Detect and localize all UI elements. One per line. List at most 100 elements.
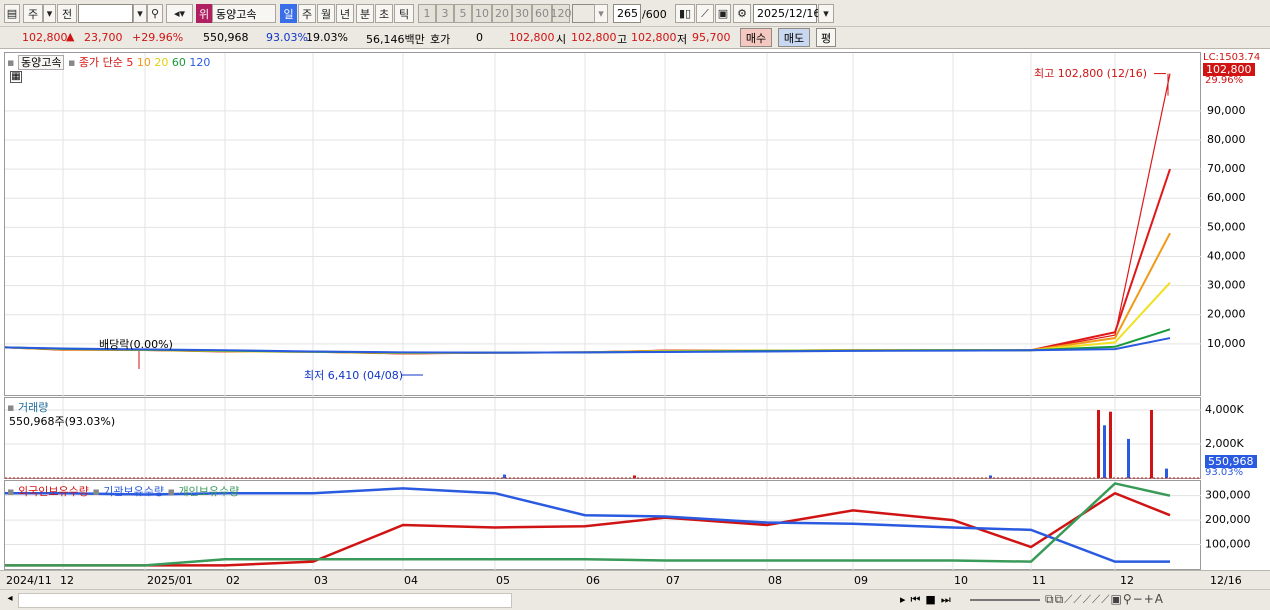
zoom-slider[interactable] bbox=[970, 599, 1040, 601]
count-max: /600 bbox=[642, 8, 667, 21]
gear-icon[interactable]: ⚙ bbox=[733, 4, 751, 23]
low-price: 95,700 bbox=[692, 31, 731, 44]
speaker-icon[interactable]: ◂▾ bbox=[166, 4, 193, 23]
date-input[interactable]: 2025/12/16 bbox=[753, 4, 820, 23]
price: 102,800 bbox=[22, 31, 68, 44]
dividend-annotation: 배당락(0.00%) bbox=[99, 338, 173, 351]
period-year[interactable]: 년 bbox=[336, 4, 354, 23]
x-tick-label: 02 bbox=[226, 574, 240, 587]
code-input[interactable]: 084670 bbox=[78, 4, 133, 23]
toolbar: ▤ 주 ▾ 전 084670 ▾ ⚲ ◂▾ 위 동양고속 일 주 월 년 분 초… bbox=[0, 0, 1270, 27]
change: 23,700 bbox=[84, 31, 123, 44]
volume-pane[interactable]: ▪ 거래량 550,968주(93.03%) bbox=[4, 397, 1202, 480]
y-tick-label: 2,000K bbox=[1205, 437, 1244, 450]
num-30[interactable]: 30 bbox=[512, 4, 532, 23]
hoga-value: 0 bbox=[476, 31, 483, 44]
axis-rate-tag: 29.96% bbox=[1205, 75, 1244, 86]
avg-button[interactable]: 평 bbox=[816, 28, 836, 47]
x-tick-label: 2025/01 bbox=[147, 574, 193, 587]
x-tick-label: 05 bbox=[496, 574, 510, 587]
save-icon[interactable]: ▣ bbox=[715, 4, 731, 23]
open-label: 시 bbox=[556, 33, 567, 46]
y-tick-label: 40,000 bbox=[1207, 249, 1246, 262]
holdings-pane[interactable]: ▪ 외국인보유수량 ▪ 기관보유수량 ▪ 개인보유수량 bbox=[4, 480, 1202, 571]
indiv-label: 개인보유수량 bbox=[178, 485, 240, 498]
volume-axis-rate: 93.03% bbox=[1205, 467, 1244, 478]
scroll-bar[interactable]: ◂ ▸⏮■⏭ ⧉⧉⟋⟋⟋⟋⟋▣⚲−+A bbox=[0, 589, 1270, 610]
price-pane[interactable]: ▪ 동양고속 ▪ 종가 단순 5 10 20 60 120 ▦ 최고 102,8… bbox=[4, 52, 1202, 397]
x-tick-label: 06 bbox=[586, 574, 600, 587]
ma60-label: 60 bbox=[171, 56, 186, 69]
y-tick-label: 200,000 bbox=[1205, 513, 1251, 526]
y-tick-label: 300,000 bbox=[1205, 489, 1251, 502]
period-day[interactable]: 일 bbox=[280, 4, 297, 23]
holdings-legend: ▪ 외국인보유수량 ▪ 기관보유수량 ▪ 개인보유수량 bbox=[7, 485, 240, 498]
ma20-label: 20 bbox=[154, 56, 169, 69]
x-tick-label: 11 bbox=[1032, 574, 1046, 587]
y-tick-label: 10,000 bbox=[1207, 337, 1246, 350]
stock-name[interactable]: 동양고속 bbox=[212, 4, 276, 23]
axis-top-label: LC:1503.74 bbox=[1203, 52, 1261, 63]
volume-bar bbox=[1097, 410, 1100, 478]
hoga-price: 102,800 bbox=[509, 31, 555, 44]
x-tick-label: 03 bbox=[314, 574, 328, 587]
candle-icon[interactable]: ▮▯ bbox=[675, 4, 695, 23]
y-tick-label: 80,000 bbox=[1207, 133, 1246, 146]
scroll-left-icon[interactable]: ◂ bbox=[3, 593, 17, 608]
view-tools[interactable]: ⧉⧉⟋⟋⟋⟋⟋▣⚲−+A bbox=[1045, 592, 1164, 607]
high-annotation: 최고 102,800 (12/16) bbox=[1034, 67, 1148, 80]
mode-button[interactable]: 주 bbox=[23, 4, 43, 23]
prev-button[interactable]: 전 bbox=[57, 4, 77, 23]
chart-type-icon[interactable]: ⟋ bbox=[696, 4, 714, 23]
ma5-label: 5 bbox=[126, 56, 134, 69]
y-tick-label: 4,000K bbox=[1205, 403, 1244, 416]
open-price: 102,800 bbox=[571, 31, 617, 44]
chevron-down-icon[interactable]: ▾ bbox=[133, 4, 147, 23]
y-tick-label: 90,000 bbox=[1207, 104, 1246, 117]
volume-ratio: 93.03% bbox=[266, 31, 308, 44]
x-tick-label: 2024/11 bbox=[6, 574, 52, 587]
y-axis-labels: 10,000 20,000 30,000 40,000 50,000 60,000 70,0… bbox=[1205, 104, 1251, 551]
num-3[interactable]: 3 bbox=[436, 4, 454, 23]
series-line-10 bbox=[5, 232, 1171, 355]
period-tick[interactable]: 틱 bbox=[394, 4, 414, 23]
search-icon[interactable]: ⚲ bbox=[147, 4, 163, 23]
table-icon[interactable]: ▦ bbox=[10, 71, 22, 83]
count-input[interactable]: 265 bbox=[613, 4, 641, 23]
warning-badge: 위 bbox=[196, 4, 212, 23]
volume-value: 550,968주(93.03%) bbox=[9, 415, 116, 428]
ma120-label: 120 bbox=[189, 56, 211, 69]
turnover: 19.03% bbox=[306, 31, 348, 44]
period-month[interactable]: 월 bbox=[317, 4, 335, 23]
stock-label[interactable]: 동양고속 bbox=[17, 55, 65, 70]
series-line-5 bbox=[5, 168, 1171, 355]
num-20[interactable]: 20 bbox=[492, 4, 512, 23]
num-1[interactable]: 1 bbox=[418, 4, 436, 23]
ma-label: 종가 단순 bbox=[78, 56, 123, 69]
menu-icon[interactable]: ▤ bbox=[4, 4, 20, 23]
buy-button[interactable]: 매수 bbox=[740, 28, 772, 47]
chevron-down-icon[interactable]: ▾ bbox=[818, 4, 834, 23]
period-minute[interactable]: 분 bbox=[356, 4, 374, 23]
x-tick-label: 08 bbox=[768, 574, 782, 587]
num-120[interactable]: 120 bbox=[551, 4, 572, 23]
sell-button[interactable]: 매도 bbox=[778, 28, 810, 47]
num-10[interactable]: 10 bbox=[472, 4, 492, 23]
x-tick-label: 12 bbox=[60, 574, 74, 587]
chevron-down-icon[interactable]: ▾ bbox=[43, 4, 56, 23]
volume-bar bbox=[1109, 411, 1112, 478]
y-tick-label: 60,000 bbox=[1207, 191, 1246, 204]
num-60[interactable]: 60 bbox=[532, 4, 552, 23]
scroll-thumb[interactable] bbox=[18, 593, 512, 608]
num-5[interactable]: 5 bbox=[454, 4, 472, 23]
y-tick-label: 20,000 bbox=[1207, 308, 1246, 321]
price-chart bbox=[5, 53, 1202, 397]
period-second[interactable]: 초 bbox=[375, 4, 393, 23]
low-annotation: 최저 6,410 (04/08) bbox=[304, 369, 404, 382]
rate: +29.96% bbox=[132, 31, 184, 44]
chevron-down-icon[interactable]: ▾ bbox=[594, 4, 608, 23]
x-tick-label: 07 bbox=[666, 574, 680, 587]
playback-controls[interactable]: ▸⏮■⏭ bbox=[900, 593, 956, 607]
series-line-20 bbox=[5, 282, 1171, 354]
period-week[interactable]: 주 bbox=[298, 4, 316, 23]
